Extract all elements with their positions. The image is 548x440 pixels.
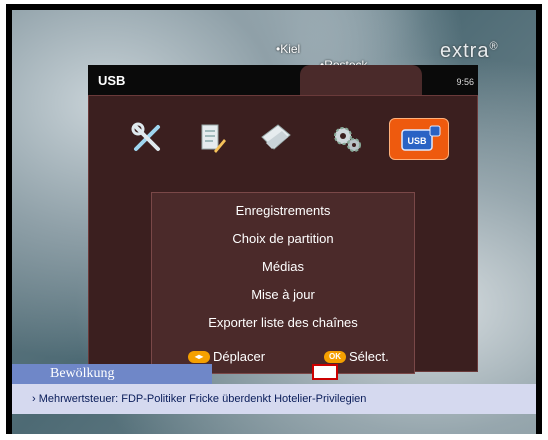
city-name: Kiel: [280, 42, 301, 56]
ok-key-icon: OK: [324, 350, 346, 363]
menu-item-mise-a-jour[interactable]: Mise à jour: [152, 287, 414, 302]
select-label: Sélect.: [349, 349, 389, 364]
menu-item-medias[interactable]: Médias: [152, 259, 414, 274]
menu-title-bar: USB 9:56: [88, 65, 478, 97]
menu-item-enregistrements[interactable]: Enregistrements: [152, 203, 414, 218]
channel-logo: extra®: [440, 40, 499, 63]
move-hint: ◂▸ Déplacer: [188, 349, 265, 364]
ticker-section-label: Bewölkung: [12, 364, 212, 384]
map-marker: [312, 364, 338, 380]
category-icon-row: USB: [125, 118, 455, 162]
city-label-kiel: •Kiel: [276, 42, 301, 56]
menu-item-exporter-liste[interactable]: Exporter liste des chaînes: [152, 315, 414, 330]
menu-title: USB: [98, 73, 126, 88]
move-label: Déplacer: [213, 349, 266, 364]
arrow-keys-icon: ◂▸: [188, 350, 210, 363]
tv-screen: •Kiel •Rostock extra® USB 9:56: [6, 4, 542, 434]
usb-icon[interactable]: USB: [389, 118, 449, 160]
news-ticker: › Mehrwertsteuer: FDP-Politiker Fricke ü…: [12, 384, 536, 414]
select-hint: OK Sélect.: [324, 349, 389, 364]
weather-map-background: •Kiel •Rostock extra® USB 9:56: [12, 10, 536, 434]
menu-body: USB Enregistrements Choix de partition M…: [88, 95, 478, 374]
gears-icon[interactable]: [325, 118, 369, 158]
usb-menu-window: USB 9:56 USB Enregistrements Choix de pa…: [88, 65, 478, 374]
document-edit-icon[interactable]: [189, 118, 233, 158]
channel-logo-text: extra: [440, 40, 490, 62]
clock: 9:56: [456, 77, 474, 87]
registered-mark: ®: [489, 40, 499, 53]
ok-key-label: OK: [329, 351, 341, 361]
envelope-icon[interactable]: [253, 118, 297, 158]
usb-icon-text: USB: [407, 136, 427, 146]
menu-item-choix-de-partition[interactable]: Choix de partition: [152, 231, 414, 246]
tools-icon[interactable]: [125, 118, 169, 158]
title-bar-tab: [300, 65, 422, 95]
